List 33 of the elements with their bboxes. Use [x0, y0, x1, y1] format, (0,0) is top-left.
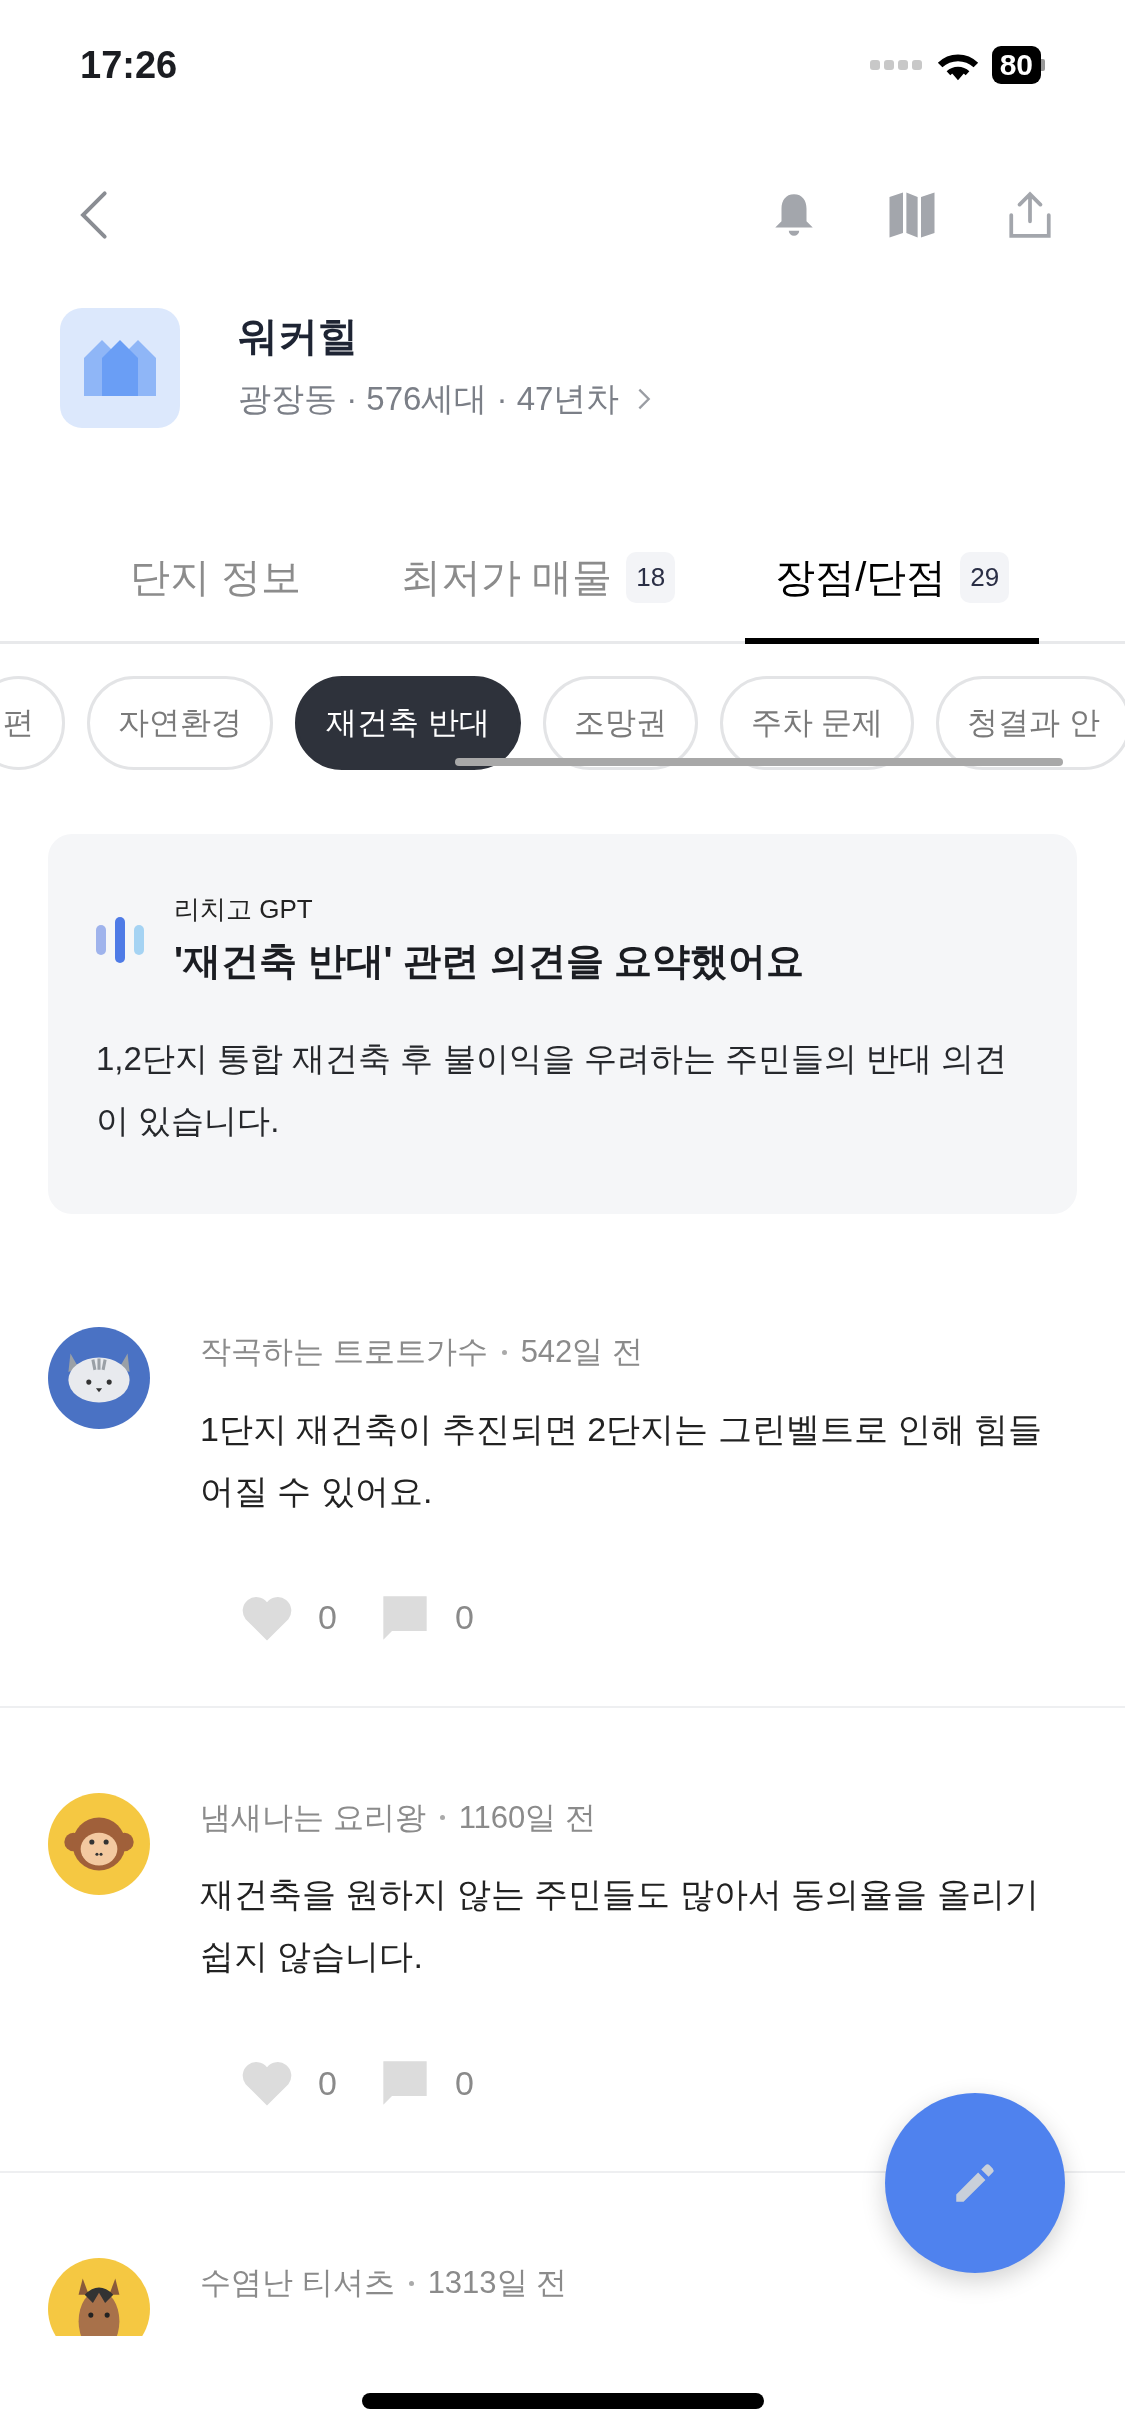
complex-details-link[interactable]: 광장동 · 576세대 · 47년차 [238, 374, 652, 424]
status-time: 17:26 [80, 42, 178, 88]
comment-time: 542일 전 [520, 1333, 643, 1371]
chevron-right-icon [637, 387, 652, 411]
filter-chip[interactable]: 주차 문제 [719, 676, 915, 770]
summary-title: '재건축 반대' 관련 의견을 요약했어요 [174, 939, 805, 984]
count-badge: 18 [626, 551, 676, 603]
like-count: 0 [318, 1597, 337, 1638]
comment-time: 1160일 전 [458, 1798, 596, 1837]
tab[interactable]: 최저가 매물 18 [401, 516, 676, 644]
filter-chip[interactable]: 청결과 안 [936, 676, 1125, 770]
filter-chip[interactable]: 자연환경 [87, 676, 273, 770]
tab[interactable]: 장점/단점 29 [745, 516, 1040, 644]
comment-text: 1단지 재건축이 추진되면 2단지는 그린벨트로 인해 힘들어질 수 있어요. [200, 1408, 1044, 1512]
signal-icon [869, 58, 924, 72]
comment-author: 냄새나는 요리왕 [200, 1798, 426, 1837]
complex-name: 워커힐 [238, 313, 359, 361]
tab[interactable]: 단지 정보 [130, 516, 302, 644]
count-badge: 29 [960, 551, 1010, 603]
filter-chip[interactable]: 재건축 반대 [295, 676, 521, 770]
voice-bars-icon [96, 917, 144, 963]
reply-count: 0 [454, 1597, 474, 1638]
comment-author: 수염난 티셔츠 [200, 2264, 395, 2302]
comment-author: 작곡하는 트로트가수 [200, 1333, 488, 1371]
filter-chip[interactable]: 편 [0, 676, 65, 770]
summary-source: 리치고 GPT [174, 893, 314, 926]
reply-count: 0 [454, 2062, 474, 2104]
apartment-icon [60, 308, 180, 428]
summary-text: 1,2단지 통합 재건축 후 불이익을 우려하는 주민들의 반대 의견이 있습니다. [96, 1039, 1009, 1141]
comment-time: 1313일 전 [427, 2264, 568, 2302]
comment-text: 재건축을 원하지 않는 주민들도 많아서 동의율을 올리기 쉽지 않습니다. [200, 1874, 1040, 1977]
filter-chip[interactable]: 조망권 [542, 676, 698, 770]
like-count: 0 [318, 2062, 337, 2104]
